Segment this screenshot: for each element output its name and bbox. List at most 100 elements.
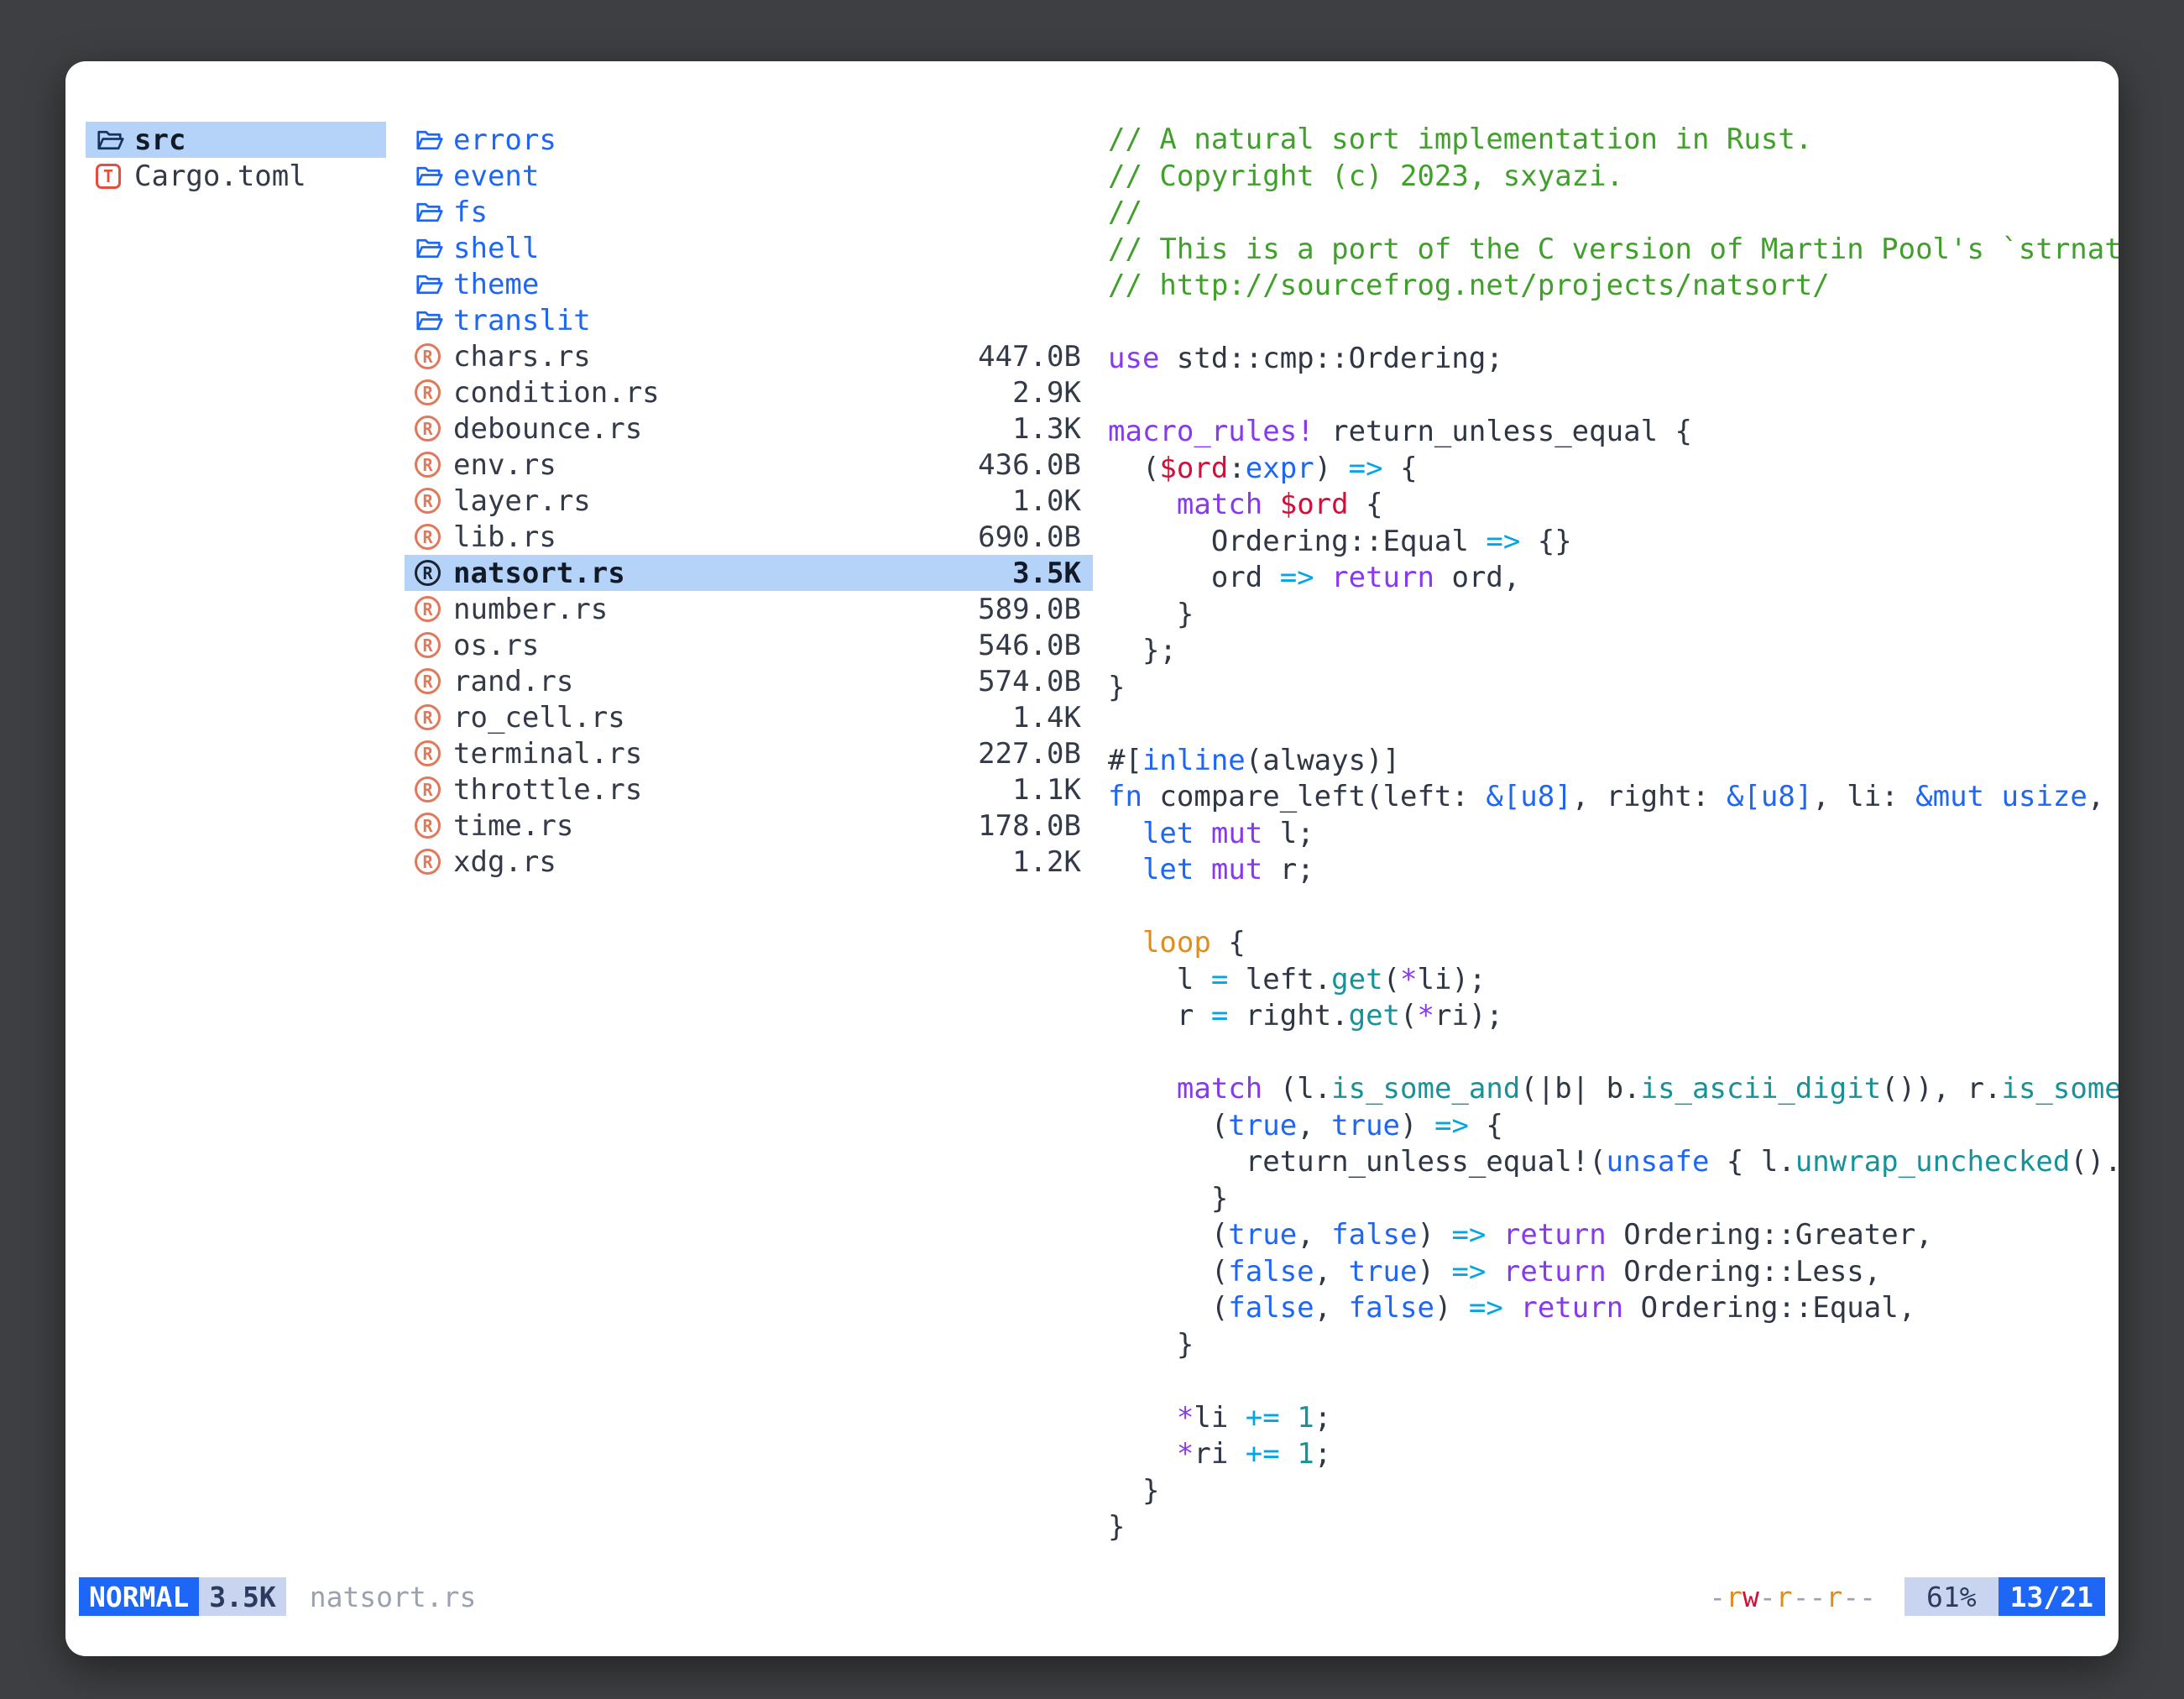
code-token: ,: [1314, 1255, 1349, 1289]
code-token: // http://sourcefrog.net/projects/natsor…: [1108, 269, 1830, 302]
code-token: [1194, 853, 1210, 886]
entry-size: 447.0B: [961, 340, 1081, 374]
code-token: ): [1418, 1218, 1452, 1252]
entry-icon-slot: R: [415, 668, 453, 694]
file-entry[interactable]: translit: [405, 302, 1093, 338]
file-entry[interactable]: R layer.rs 1.0K: [405, 483, 1093, 519]
entry-name: theme: [453, 268, 539, 301]
entry-size: 690.0B: [961, 520, 1081, 554]
code-token: #[: [1108, 744, 1142, 777]
rust-file-icon: R: [415, 488, 441, 514]
file-entry[interactable]: R natsort.rs 3.5K: [405, 555, 1093, 591]
file-entry[interactable]: R rand.rs 574.0B: [405, 663, 1093, 699]
entry-size: 1.2K: [995, 845, 1081, 879]
code-token: return: [1331, 561, 1434, 594]
entry-name: shell: [453, 232, 539, 265]
code-token: ,: [1297, 1109, 1331, 1142]
code-line: use std::cmp::Ordering;: [1108, 341, 2119, 378]
code-line: (true, false) => return Ordering::Greate…: [1108, 1217, 2119, 1254]
code-token: ,: [1297, 1218, 1331, 1252]
parent-dir-entry[interactable]: src: [86, 122, 386, 158]
file-entry[interactable]: R env.rs 436.0B: [405, 447, 1093, 483]
file-entry[interactable]: event: [405, 158, 1093, 194]
code-token: {: [1469, 1109, 1503, 1142]
code-token: fn: [1108, 780, 1142, 813]
entry-name: number.rs: [453, 593, 608, 626]
code-token: ri: [1194, 1437, 1245, 1471]
code-line: // Copyright (c) 2023, sxyazi.: [1108, 159, 2119, 196]
code-token: 1: [1297, 1401, 1314, 1435]
file-entry[interactable]: R number.rs 589.0B: [405, 591, 1093, 627]
entry-icon-slot: [415, 197, 453, 227]
code-line: r = right.get(*ri);: [1108, 998, 2119, 1035]
code-token: =>: [1349, 452, 1383, 485]
code-line: ($ord:expr) => {: [1108, 451, 2119, 488]
folder-icon: [415, 269, 445, 300]
code-token: loop: [1142, 926, 1211, 959]
code-token: +=: [1246, 1437, 1280, 1471]
permission-char: r: [1726, 1581, 1742, 1613]
code-token: Ordering::Equal: [1108, 525, 1486, 558]
file-entry[interactable]: errors: [405, 122, 1093, 158]
code-token: =>: [1451, 1218, 1486, 1252]
code-line: *li += 1;: [1108, 1400, 2119, 1437]
file-entry[interactable]: R xdg.rs 1.2K: [405, 844, 1093, 880]
code-token: =>: [1280, 561, 1314, 594]
file-entry[interactable]: R os.rs 546.0B: [405, 627, 1093, 663]
folder-icon: [415, 233, 445, 264]
code-token: // A natural sort implementation in Rust…: [1108, 123, 1812, 156]
code-token: [1486, 1255, 1502, 1289]
file-entry[interactable]: R throttle.rs 1.1K: [405, 771, 1093, 808]
code-token: mut: [1211, 853, 1262, 886]
code-token: [1194, 817, 1210, 850]
code-token: ()), r.: [1881, 1072, 2001, 1106]
code-token: *: [1177, 1401, 1194, 1435]
code-token: {: [1383, 452, 1418, 485]
code-line: }: [1108, 1473, 2119, 1510]
rust-file-icon: R: [415, 776, 441, 802]
code-token: [1108, 488, 1177, 521]
code-line: }: [1108, 597, 2119, 634]
code-token: {: [1349, 488, 1383, 521]
file-entry[interactable]: theme: [405, 266, 1093, 302]
rust-file-icon: R: [415, 668, 441, 694]
code-line: #[inline(always)]: [1108, 743, 2119, 780]
status-bar-left: NORMAL 3.5K natsort.rs: [79, 1577, 476, 1616]
code-line: }: [1108, 1327, 2119, 1364]
entry-icon-slot: [415, 233, 453, 264]
folder-icon: [415, 306, 445, 336]
entry-size: 546.0B: [961, 629, 1081, 662]
entry-size: 2.9K: [995, 376, 1081, 410]
entry-name: Cargo.toml: [134, 159, 306, 193]
entry-size: 3.5K: [995, 557, 1081, 590]
code-line: let mut l;: [1108, 816, 2119, 853]
file-entry[interactable]: fs: [405, 194, 1093, 230]
code-line: //: [1108, 195, 2119, 232]
file-entry[interactable]: R terminal.rs 227.0B: [405, 735, 1093, 771]
code-token: false: [1331, 1218, 1417, 1252]
code-line: match (l.is_some_and(|b| b.is_ascii_digi…: [1108, 1071, 2119, 1108]
code-token: :: [1228, 452, 1245, 485]
folder-icon: [415, 125, 445, 155]
file-entry[interactable]: R ro_cell.rs 1.4K: [405, 699, 1093, 735]
file-entry[interactable]: R debounce.rs 1.3K: [405, 410, 1093, 447]
entry-name: natsort.rs: [453, 557, 625, 590]
code-token: unsafe: [1607, 1145, 1710, 1179]
entry-name: lib.rs: [453, 520, 556, 554]
code-token: ri);: [1434, 999, 1503, 1032]
entry-name: time.rs: [453, 809, 573, 843]
code-token: Ordering::Less,: [1607, 1255, 1882, 1289]
file-entry[interactable]: R condition.rs 2.9K: [405, 374, 1093, 410]
code-line: l = left.get(*li);: [1108, 962, 2119, 999]
code-token: Ordering::Greater,: [1607, 1218, 1933, 1252]
code-token: Ordering::Equal,: [1623, 1291, 1915, 1325]
file-permissions: -rw-r--r--: [1709, 1581, 1876, 1613]
code-token: 1: [1297, 1437, 1314, 1471]
parent-dir-entry[interactable]: T Cargo.toml: [86, 158, 386, 194]
file-entry[interactable]: R chars.rs 447.0B: [405, 338, 1093, 374]
file-entry[interactable]: R time.rs 178.0B: [405, 808, 1093, 844]
file-entry[interactable]: shell: [405, 230, 1093, 266]
file-entry[interactable]: R lib.rs 690.0B: [405, 519, 1093, 555]
code-line: match $ord {: [1108, 487, 2119, 524]
entry-icon-slot: R: [415, 524, 453, 550]
